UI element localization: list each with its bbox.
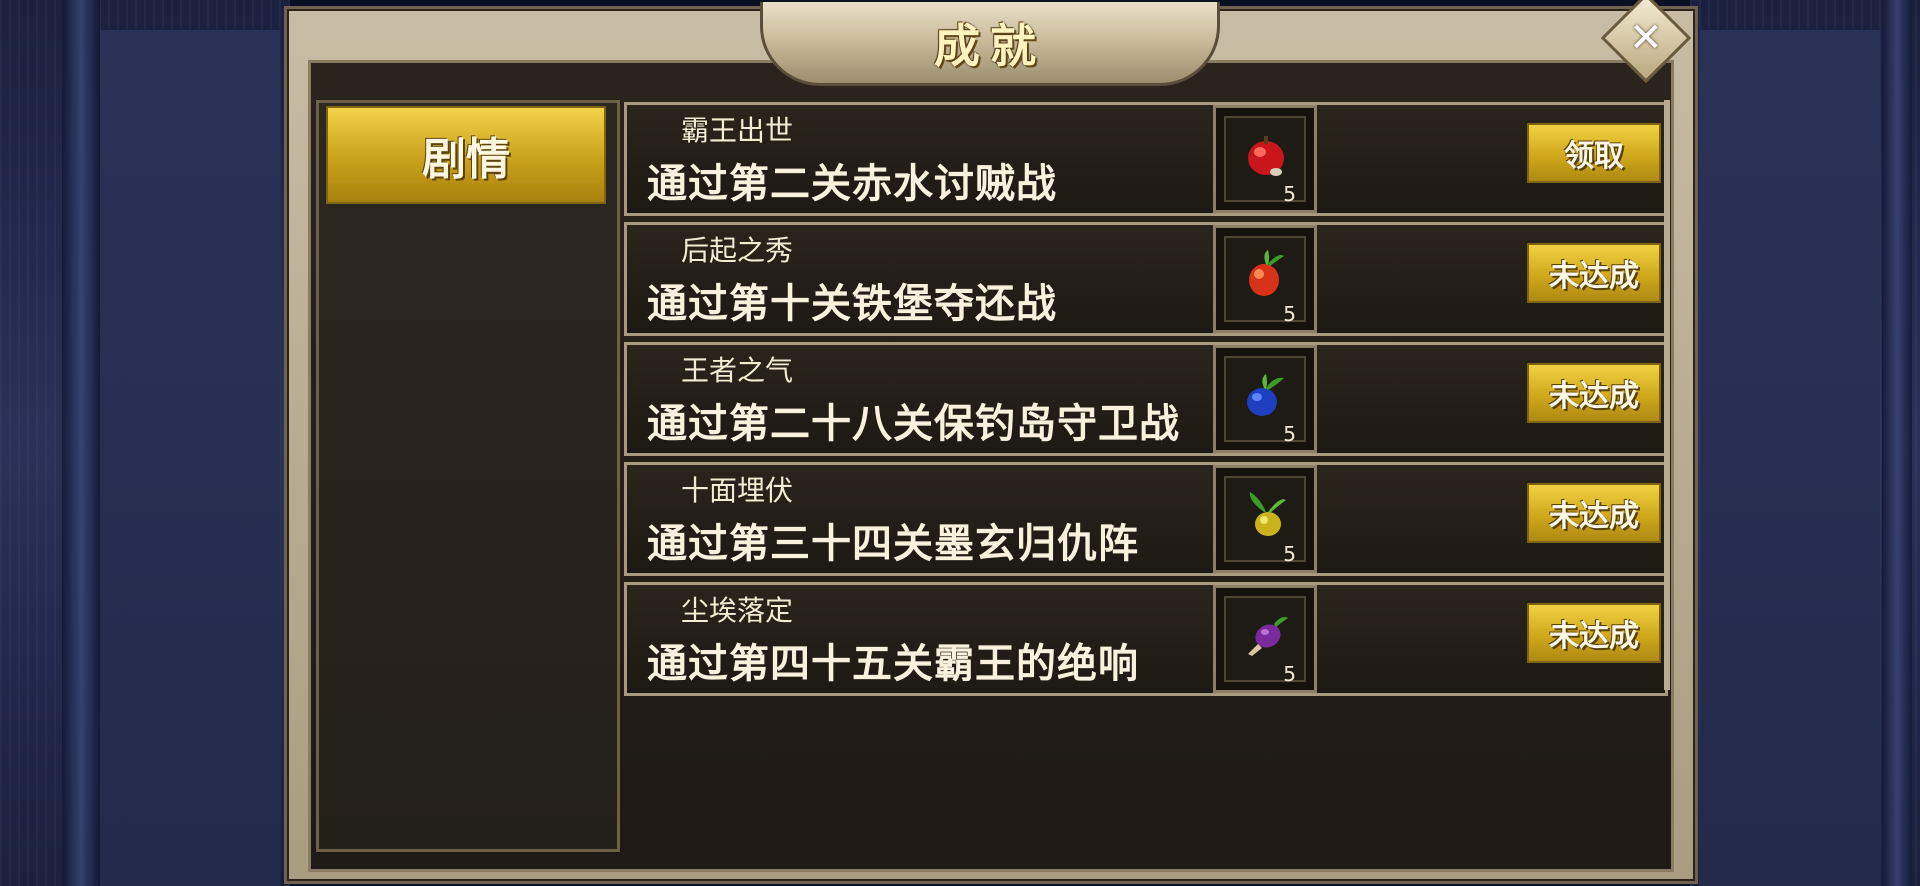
ornament-strip-right [1882, 0, 1912, 886]
achievement-list: 霸王出世 通过第二关赤水讨贼战 5 领取 后起之秀 通过第十关铁堡夺还战 5 未… [624, 102, 1668, 702]
category-tab-story[interactable]: 剧情 [326, 106, 606, 204]
not-achieved-button[interactable]: 未达成 [1527, 483, 1661, 543]
achievement-description: 通过第二十八关保钓岛守卫战 [647, 401, 1180, 447]
list-scrollbar[interactable] [1664, 100, 1670, 690]
reward-count: 5 [1283, 302, 1296, 326]
action-label: 未达成 [1549, 259, 1639, 294]
achievement-description: 通过第二关赤水讨贼战 [647, 161, 1057, 207]
achievement-row: 后起之秀 通过第十关铁堡夺还战 5 未达成 [624, 222, 1668, 336]
reward-slot[interactable]: 5 [1213, 105, 1317, 213]
red-apple-icon [1248, 136, 1284, 176]
action-label: 未达成 [1549, 499, 1639, 534]
reward-count: 5 [1283, 662, 1296, 686]
achievement-description: 通过第十关铁堡夺还战 [647, 281, 1057, 327]
not-achieved-button[interactable]: 未达成 [1527, 603, 1661, 663]
achievement-name: 十面埋伏 [681, 474, 794, 507]
reward-count: 5 [1283, 182, 1296, 206]
achievement-description: 通过第三十四关墨玄归仇阵 [647, 521, 1139, 567]
category-tab-label: 剧情 [422, 134, 510, 185]
achievement-name: 后起之秀 [681, 234, 794, 267]
not-achieved-button[interactable]: 未达成 [1527, 243, 1661, 303]
reward-slot[interactable]: 5 [1213, 225, 1317, 333]
reward-slot[interactable]: 5 [1213, 345, 1317, 453]
achievement-name: 王者之气 [681, 354, 794, 387]
reward-slot[interactable]: 5 [1213, 585, 1317, 693]
achievement-row: 霸王出世 通过第二关赤水讨贼战 5 领取 [624, 102, 1668, 216]
close-icon: ✕ [1629, 14, 1663, 61]
achievement-name: 霸王出世 [681, 114, 794, 147]
category-sidebar [316, 100, 620, 852]
blue-berry-icon [1247, 374, 1284, 416]
dialog-title: 成就 [934, 18, 1046, 73]
background-panel-left [100, 30, 280, 886]
purple-eggplant-icon [1248, 616, 1288, 656]
not-achieved-button[interactable]: 未达成 [1527, 363, 1661, 423]
achievement-name: 尘埃落定 [681, 594, 794, 627]
achievement-row: 王者之气 通过第二十八关保钓岛守卫战 5 未达成 [624, 342, 1668, 456]
ornament-strip-left [62, 0, 100, 886]
claim-button[interactable]: 领取 [1527, 123, 1661, 183]
action-label: 领取 [1564, 139, 1624, 174]
yellow-fruit-icon [1249, 492, 1286, 536]
achievement-row: 尘埃落定 通过第四十五关霸王的绝响 5 未达成 [624, 582, 1668, 696]
background-panel-right [1700, 30, 1880, 886]
achievement-row: 十面埋伏 通过第三十四关墨玄归仇阵 5 未达成 [624, 462, 1668, 576]
achievement-description: 通过第四十五关霸王的绝响 [647, 641, 1139, 687]
red-radish-icon [1249, 250, 1284, 296]
reward-count: 5 [1283, 542, 1296, 566]
reward-count: 5 [1283, 422, 1296, 446]
action-label: 未达成 [1549, 379, 1639, 414]
dialog-title-plaque: 成就 [760, 2, 1220, 86]
reward-slot[interactable]: 5 [1213, 465, 1317, 573]
action-label: 未达成 [1549, 619, 1639, 654]
